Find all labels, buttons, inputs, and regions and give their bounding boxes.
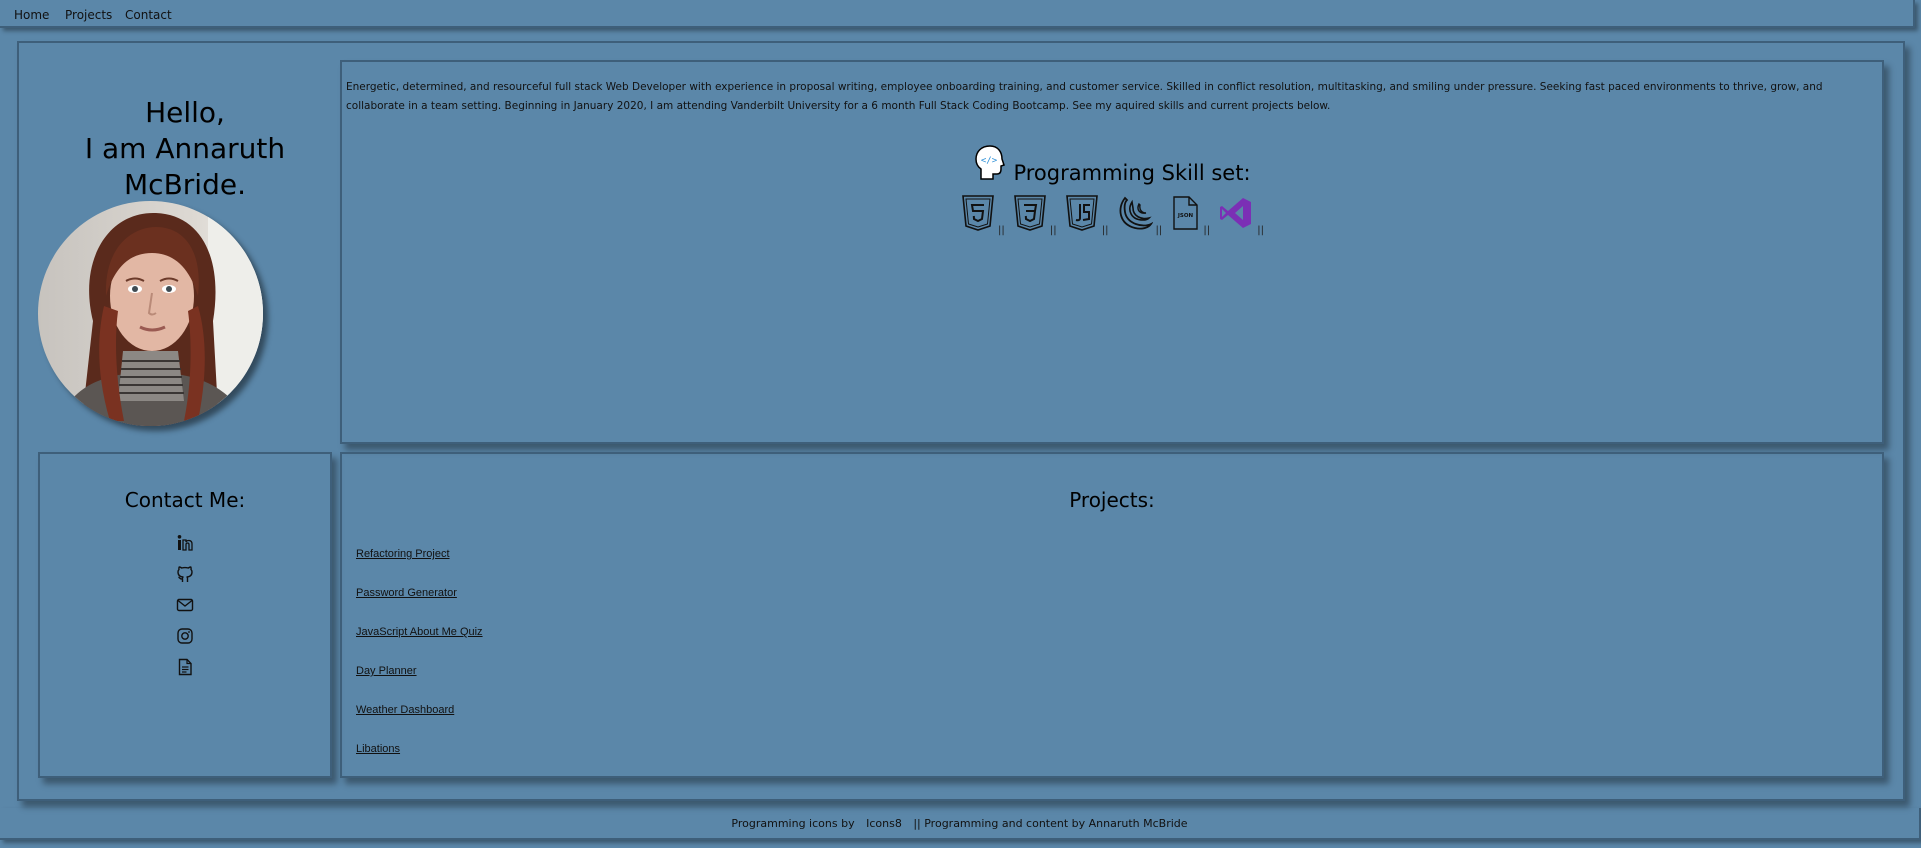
html5-icon [961,194,995,236]
skill-separator: || [998,225,1005,236]
contact-icons [40,534,330,689]
css3-icon [1013,194,1047,236]
list-item: Libations [356,737,483,776]
projects-panel: Projects: Refactoring Project Password G… [340,452,1884,778]
list-item: JavaScript About Me Quiz [356,620,483,659]
javascript-icon [1065,194,1099,236]
visual-studio-icon [1218,194,1254,236]
github-icon[interactable] [176,565,194,583]
list-item: Weather Dashboard [356,698,483,737]
footer: Programming icons by Icons8 || Programmi… [0,808,1921,840]
project-link-weather[interactable]: Weather Dashboard [356,704,454,716]
about-text: Energetic, determined, and resourceful f… [346,81,1823,112]
svg-text:</>: </> [981,156,998,166]
nav-contact-link[interactable]: Contact [125,8,172,22]
contact-panel: Contact Me: [38,452,332,778]
footer-credits: || Programming and content by Annaruth M… [913,817,1188,830]
coding-brain-icon: </> [973,144,1007,187]
skill-icons: || || || || JSON || || [342,194,1882,236]
skill-separator: || [1101,225,1109,236]
hero-line-1: Hello, [145,96,225,129]
email-icon[interactable] [176,596,194,614]
jquery-icon [1117,194,1154,236]
navbar: Home Projects Contact [0,0,1915,28]
list-item: Refactoring Project [356,542,483,581]
project-link-day-planner[interactable]: Day Planner [356,665,417,677]
list-item: Day Planner [356,659,483,698]
resume-icon[interactable] [176,658,194,676]
contact-title: Contact Me: [124,488,246,512]
hero-line-2: I am Annaruth McBride. [84,132,286,201]
linkedin-icon[interactable] [176,534,194,552]
list-item: Password Generator [356,581,483,620]
project-link-password-generator[interactable]: Password Generator [356,587,457,599]
icons8-link[interactable]: Icons8 [866,817,902,830]
project-link-libations[interactable]: Libations [356,743,400,755]
skill-separator: || [1049,225,1057,236]
json-icon-label: JSON [1177,213,1194,219]
skill-separator: || [1257,225,1264,236]
avatar [38,201,263,426]
json-icon: JSON [1170,194,1200,236]
nav-projects-link[interactable]: Projects [65,8,112,22]
skill-separator: || [1155,225,1163,236]
about-panel: Energetic, determined, and resourceful f… [340,60,1884,444]
hero-greeting: Hello, I am Annaruth McBride. [35,95,335,203]
skills-title: Programming Skill set: [1013,160,1251,185]
project-list: Refactoring Project Password Generator J… [356,542,483,776]
project-link-refactoring[interactable]: Refactoring Project [356,548,450,560]
instagram-icon[interactable] [176,627,194,645]
projects-title: Projects: [1069,488,1155,512]
nav-home-link[interactable]: Home [14,8,49,22]
footer-prefix: Programming icons by [731,817,855,830]
skills-heading: </> Programming Skill set: [342,145,1882,195]
skill-separator: || [1203,225,1211,236]
project-link-quiz[interactable]: JavaScript About Me Quiz [356,626,483,638]
